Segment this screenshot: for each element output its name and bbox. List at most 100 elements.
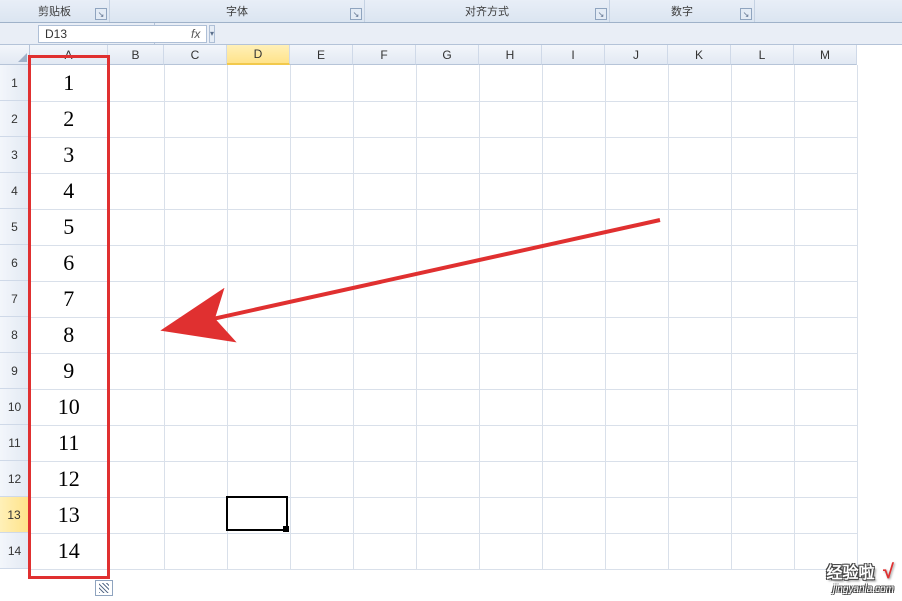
cell[interactable] [416,281,479,317]
cell[interactable] [668,209,731,245]
cell[interactable] [731,137,794,173]
cell[interactable] [668,245,731,281]
cell[interactable] [479,245,542,281]
cell[interactable]: 1 [30,65,108,101]
cell[interactable] [668,389,731,425]
cell[interactable] [605,173,668,209]
cell[interactable] [108,425,164,461]
cell[interactable] [416,101,479,137]
cell[interactable] [353,317,416,353]
row-header[interactable]: 3 [0,137,30,173]
cell[interactable] [353,461,416,497]
cell[interactable] [290,353,353,389]
cell[interactable] [605,245,668,281]
cell[interactable] [353,497,416,533]
cell[interactable] [108,317,164,353]
cell[interactable] [164,533,227,569]
cell[interactable] [794,461,857,497]
cell[interactable] [164,209,227,245]
cell[interactable] [290,65,353,101]
column-header[interactable]: A [30,45,108,65]
cell[interactable] [731,533,794,569]
cell[interactable] [542,317,605,353]
cell[interactable] [542,353,605,389]
dialog-launcher-icon[interactable]: ↘ [95,8,107,20]
row-header[interactable]: 5 [0,209,30,245]
column-header[interactable]: K [668,45,731,65]
cell[interactable]: 6 [30,245,108,281]
cell[interactable] [227,209,290,245]
cell[interactable] [479,389,542,425]
formula-input[interactable] [204,25,902,43]
dialog-launcher-icon[interactable]: ↘ [350,8,362,20]
cell[interactable] [416,317,479,353]
cell[interactable] [605,65,668,101]
cell[interactable] [668,353,731,389]
cell[interactable] [290,281,353,317]
cell[interactable] [108,209,164,245]
cell[interactable] [542,425,605,461]
cell[interactable] [227,389,290,425]
column-header[interactable]: B [108,45,164,65]
cell[interactable] [479,497,542,533]
cell[interactable] [605,101,668,137]
cell[interactable] [479,317,542,353]
cell[interactable] [227,533,290,569]
cell[interactable] [164,317,227,353]
cell[interactable] [164,389,227,425]
row-header[interactable]: 7 [0,281,30,317]
cell[interactable] [668,101,731,137]
column-header[interactable]: H [479,45,542,65]
cell[interactable] [731,389,794,425]
cell[interactable] [731,65,794,101]
cell[interactable] [164,245,227,281]
cell[interactable] [290,317,353,353]
cell[interactable] [794,65,857,101]
cell[interactable] [479,281,542,317]
cell[interactable] [731,353,794,389]
cell[interactable]: 4 [30,173,108,209]
cell[interactable] [108,497,164,533]
cell[interactable] [416,461,479,497]
cell[interactable] [164,101,227,137]
column-header[interactable]: C [164,45,227,65]
cell[interactable] [108,137,164,173]
column-header[interactable]: M [794,45,857,65]
cell[interactable] [542,173,605,209]
cell[interactable] [542,281,605,317]
cell[interactable] [794,281,857,317]
column-header[interactable]: L [731,45,794,65]
cell[interactable]: 9 [30,353,108,389]
cell[interactable] [794,353,857,389]
cell[interactable] [108,533,164,569]
cell[interactable] [353,101,416,137]
cell[interactable] [605,137,668,173]
row-header[interactable]: 13 [0,497,30,533]
cell[interactable] [605,281,668,317]
cell[interactable] [164,65,227,101]
cell[interactable] [353,245,416,281]
cell[interactable] [794,425,857,461]
cell[interactable] [542,137,605,173]
cell[interactable] [731,497,794,533]
column-header[interactable]: F [353,45,416,65]
fx-icon[interactable]: fx [191,27,200,41]
column-header[interactable]: I [542,45,605,65]
cell[interactable] [794,101,857,137]
dialog-launcher-icon[interactable]: ↘ [740,8,752,20]
cell[interactable] [542,497,605,533]
dialog-launcher-icon[interactable]: ↘ [595,8,607,20]
cell[interactable] [227,245,290,281]
cell[interactable] [479,209,542,245]
cell[interactable]: 10 [30,389,108,425]
cell[interactable] [479,353,542,389]
cell[interactable] [668,497,731,533]
cell[interactable] [731,101,794,137]
cell[interactable] [164,461,227,497]
cell[interactable] [479,137,542,173]
cell[interactable] [731,173,794,209]
cell[interactable] [353,281,416,317]
cell[interactable] [668,65,731,101]
cell[interactable] [794,389,857,425]
cell[interactable] [290,389,353,425]
